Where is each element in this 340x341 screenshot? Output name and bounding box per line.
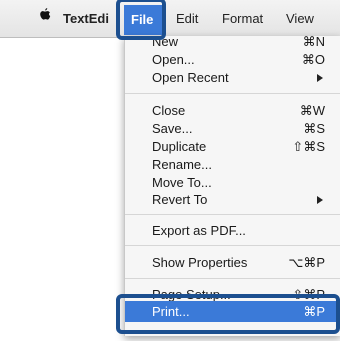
menu-item-open-recent[interactable]: Open Recent <box>125 69 340 86</box>
menu-item-label: Open Recent <box>152 70 229 85</box>
shortcut-label: ⌘O <box>301 52 325 67</box>
triangle-right-icon <box>317 74 323 82</box>
menu-item-revert-to[interactable]: Revert To <box>125 191 340 208</box>
menu-item-label: Show Properties <box>152 255 248 270</box>
menu-item-label: Close <box>152 103 186 118</box>
shortcut-label: ⌥⌘P <box>288 255 325 270</box>
apple-logo-icon[interactable] <box>39 8 51 23</box>
menu-item-move-to[interactable]: Move To... <box>125 174 340 191</box>
menu-view[interactable]: View <box>286 10 314 27</box>
menu-item-open[interactable]: Open... ⌘O <box>125 51 340 68</box>
menu-item-label: Move To... <box>152 175 212 190</box>
shortcut-label: ⇧⌘S <box>292 139 325 154</box>
menu-edit[interactable]: Edit <box>176 10 198 27</box>
shortcut-label: ⌘S <box>303 121 325 136</box>
shortcut-label: ⌘W <box>299 103 325 118</box>
menu-item-duplicate[interactable]: Duplicate ⇧⌘S <box>125 138 340 155</box>
menu-format[interactable]: Format <box>222 10 263 27</box>
menu-item-label: Rename... <box>152 157 212 172</box>
file-dropdown-menu: New ⌘N Open... ⌘O Open Recent Close ⌘W S… <box>124 36 340 336</box>
print-item-callout <box>116 294 340 334</box>
menu-separator <box>125 93 340 94</box>
menu-bar: TextEdi File Edit Format View <box>0 0 340 38</box>
menu-item-close[interactable]: Close ⌘W <box>125 102 340 119</box>
menu-item-label: Revert To <box>152 192 208 207</box>
menu-item-rename[interactable]: Rename... <box>125 156 340 173</box>
menu-item-label: Export as PDF... <box>152 223 246 238</box>
file-menu-callout <box>116 0 166 40</box>
menu-item-export-pdf[interactable]: Export as PDF... <box>125 222 340 239</box>
triangle-right-icon <box>317 196 323 204</box>
menu-item-label: Duplicate <box>152 139 207 154</box>
menu-separator <box>125 214 340 215</box>
menu-item-show-properties[interactable]: Show Properties ⌥⌘P <box>125 254 340 271</box>
menu-item-save[interactable]: Save... ⌘S <box>125 120 340 137</box>
menu-item-label: Open... <box>152 52 195 67</box>
app-menu-textedit[interactable]: TextEdi <box>63 10 109 27</box>
menu-separator <box>125 245 340 246</box>
menu-separator <box>125 278 340 279</box>
menu-item-label: Save... <box>152 121 193 136</box>
shortcut-label: ⌘N <box>302 36 325 49</box>
